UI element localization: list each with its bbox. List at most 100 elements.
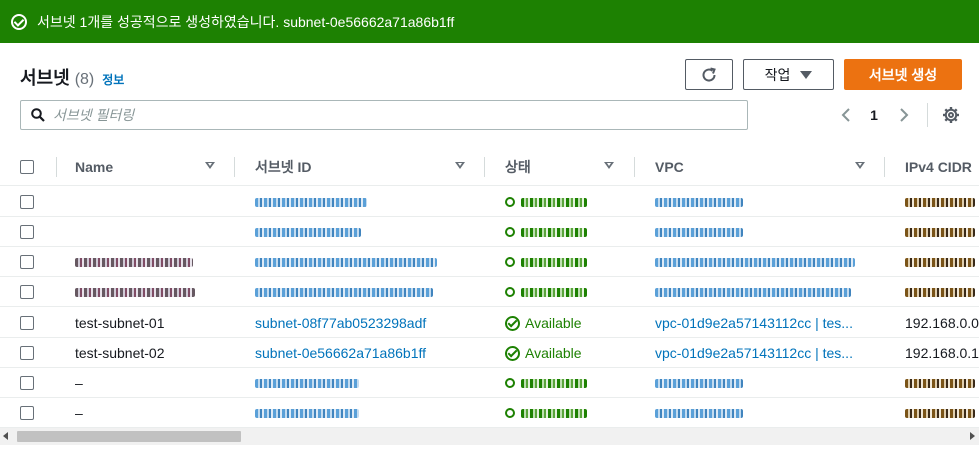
row-checkbox[interactable]: [20, 255, 34, 269]
table-header: Name 서브넷 ID 상태 VPC IPv4 CIDR: [0, 148, 979, 186]
redacted-value: [905, 257, 975, 267]
sort-icon[interactable]: [604, 162, 614, 169]
sort-icon[interactable]: [455, 162, 465, 169]
redacted-value: [255, 287, 433, 297]
sort-icon[interactable]: [205, 162, 215, 169]
info-link[interactable]: 정보: [102, 71, 124, 88]
cell-name: –: [75, 375, 83, 391]
redacted-value: [255, 227, 361, 237]
table-row[interactable]: test-subnet-02 subnet-0e56662a71a86b1ff Av…: [0, 338, 979, 368]
row-checkbox[interactable]: [20, 406, 34, 420]
table-row[interactable]: [0, 277, 979, 307]
scroll-left-icon[interactable]: [3, 432, 8, 440]
redacted-value: [905, 408, 975, 418]
cell-vpc[interactable]: [655, 398, 870, 428]
select-all-checkbox[interactable]: [20, 160, 34, 174]
cell-vpc[interactable]: [655, 217, 870, 247]
column-header-name[interactable]: Name: [75, 148, 113, 186]
cell-subnet-id[interactable]: [255, 277, 475, 307]
cell-status: [505, 398, 630, 428]
redacted-value: [521, 197, 587, 207]
cell-vpc[interactable]: [655, 247, 870, 277]
scrollbar-thumb[interactable]: [17, 431, 241, 442]
redacted-value: [75, 257, 193, 267]
subnet-count: (8): [74, 71, 95, 88]
column-divider[interactable]: [234, 157, 235, 177]
row-checkbox[interactable]: [20, 376, 34, 390]
cell-subnet-id[interactable]: [255, 247, 475, 277]
column-divider[interactable]: [484, 157, 485, 177]
cell-name: test-subnet-02: [75, 345, 165, 361]
cell-ipv4-cidr: [905, 398, 979, 428]
cell-ipv4-cidr: 192.168.0.1: [905, 345, 979, 361]
cell-subnet-id[interactable]: subnet-08f77ab0523298adf: [255, 308, 475, 338]
redacted-value: [655, 257, 855, 267]
cell-ipv4-cidr: [905, 247, 979, 277]
redacted-value: [255, 197, 367, 207]
row-checkbox[interactable]: [20, 346, 34, 360]
redacted-value: [905, 227, 975, 237]
cell-vpc[interactable]: vpc-01d9e2a57143112cc | tes...: [655, 338, 870, 368]
cell-name: [75, 217, 225, 247]
column-header-ipv4-cidr[interactable]: IPv4 CIDR: [905, 148, 972, 186]
create-subnet-button[interactable]: 서브넷 생성: [844, 59, 962, 90]
actions-dropdown-button[interactable]: 작업: [743, 59, 834, 90]
cell-status: [505, 277, 630, 307]
column-header-status[interactable]: 상태: [505, 148, 531, 186]
gear-icon: [943, 107, 959, 123]
chevron-right-icon: [900, 108, 909, 122]
column-divider[interactable]: [884, 157, 885, 177]
next-page-button[interactable]: [894, 104, 914, 126]
redacted-value: [655, 408, 743, 418]
redacted-value: [75, 287, 195, 297]
sort-icon[interactable]: [855, 162, 865, 169]
cell-subnet-id[interactable]: [255, 217, 475, 247]
scroll-right-icon[interactable]: [970, 432, 975, 440]
column-header-vpc[interactable]: VPC: [655, 148, 684, 186]
cell-ipv4-cidr: [905, 187, 979, 217]
create-subnet-label: 서브넷 생성: [868, 66, 938, 83]
redacted-value: [521, 227, 587, 237]
subnet-filter[interactable]: [20, 100, 748, 130]
cell-vpc[interactable]: vpc-01d9e2a57143112cc | tes...: [655, 308, 870, 338]
row-checkbox[interactable]: [20, 285, 34, 299]
cell-subnet-id[interactable]: [255, 398, 475, 428]
table-row[interactable]: –: [0, 398, 979, 428]
refresh-icon: [702, 67, 716, 82]
preferences-button[interactable]: [940, 104, 962, 126]
current-page[interactable]: 1: [864, 104, 884, 126]
status-icon: [505, 287, 515, 297]
search-input[interactable]: [53, 107, 713, 123]
cell-status: [505, 217, 630, 247]
caret-down-icon: [800, 70, 813, 79]
previous-page-button[interactable]: [836, 104, 856, 126]
table-row[interactable]: test-subnet-01 subnet-08f77ab0523298adf Av…: [0, 308, 979, 338]
cell-subnet-id[interactable]: [255, 187, 475, 217]
cell-subnet-id[interactable]: subnet-0e56662a71a86b1ff: [255, 338, 475, 368]
table-row[interactable]: [0, 217, 979, 247]
status-text: Available: [525, 345, 582, 361]
horizontal-scrollbar[interactable]: [0, 428, 979, 445]
row-checkbox[interactable]: [20, 225, 34, 239]
table-row[interactable]: –: [0, 368, 979, 398]
cell-vpc[interactable]: [655, 187, 870, 217]
status-icon: [505, 197, 515, 207]
column-divider[interactable]: [634, 157, 635, 177]
redacted-value: [655, 197, 743, 207]
row-checkbox[interactable]: [20, 316, 34, 330]
column-header-subnet-id[interactable]: 서브넷 ID: [255, 148, 312, 186]
cell-vpc[interactable]: [655, 368, 870, 398]
row-checkbox[interactable]: [20, 195, 34, 209]
page-header: 서브넷 (8) 정보: [20, 64, 124, 90]
cell-status: Available: [505, 308, 630, 338]
cell-status: [505, 368, 630, 398]
table-row[interactable]: [0, 247, 979, 277]
status-icon: [505, 227, 515, 237]
refresh-button[interactable]: [685, 59, 733, 90]
redacted-value: [255, 408, 359, 418]
chevron-left-icon: [841, 108, 850, 122]
cell-vpc[interactable]: [655, 277, 870, 307]
cell-subnet-id[interactable]: [255, 368, 475, 398]
cell-ipv4-cidr: 192.168.0.0: [905, 315, 979, 331]
table-row[interactable]: [0, 187, 979, 217]
